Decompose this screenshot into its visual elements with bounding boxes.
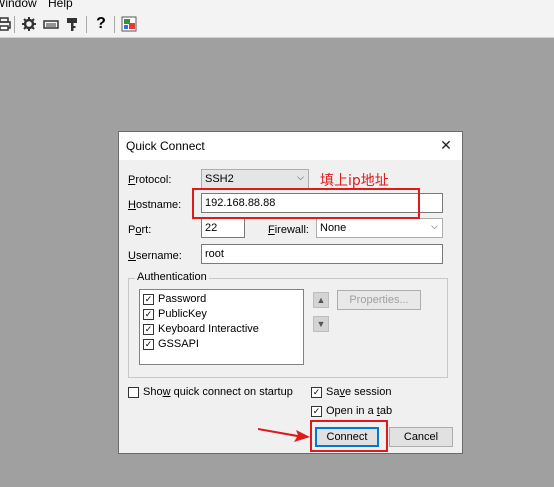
keymap-icon[interactable] [43,16,59,32]
save-session-label: Save session [326,386,392,398]
chevron-down-icon: ⌵ [297,172,304,182]
print-icon[interactable] [0,16,12,32]
protocol-value: SSH2 [205,173,234,185]
chevron-down-icon: ⌵ [431,221,438,231]
keyboard-interactive-checkbox[interactable]: ✓ [143,324,154,335]
username-label: Username: [128,250,182,262]
open-in-tab-checkbox[interactable]: ✓ [311,406,322,417]
close-icon[interactable]: ✕ [436,136,456,154]
help-icon[interactable]: ? [93,16,109,32]
move-up-button[interactable]: ▲ [313,292,329,308]
cancel-button[interactable]: Cancel [389,427,453,447]
port-label: Port: [128,224,152,236]
save-session-checkbox[interactable]: ✓ [311,387,322,398]
hostname-label: Hostname: [128,199,182,211]
triangle-up-icon: ▲ [316,295,326,305]
menu-help[interactable]: Help [48,0,73,10]
protocol-label: Protocol: [128,174,172,186]
show-on-startup-checkbox[interactable] [128,387,139,398]
gssapi-checkbox[interactable]: ✓ [143,339,154,350]
quick-connect-dialog: Quick Connect ✕ Protocol: SSH2 ⌵ Hostnam… [118,131,463,454]
gear-icon[interactable] [21,16,37,32]
key-icon[interactable] [64,16,80,32]
hostname-highlight-box [192,188,420,219]
password-checkbox[interactable]: ✓ [143,294,154,305]
session-icon[interactable] [121,16,137,32]
connect-highlight-box [310,420,388,452]
firewall-value: None [320,222,347,234]
arrow-icon [258,428,310,442]
protocol-select[interactable]: SSH2 ⌵ [201,169,309,189]
dialog-title: Quick Connect [126,139,205,153]
username-field[interactable]: root [201,244,443,264]
dialog-titlebar: Quick Connect ✕ [119,132,462,160]
authentication-list[interactable]: ✓ Password ✓ PublicKey ✓ Keyboard Intera… [139,289,304,365]
toolbar: ? [0,12,554,38]
triangle-down-icon: ▼ [316,319,326,329]
properties-button[interactable]: Properties... [337,290,421,310]
publickey-checkbox[interactable]: ✓ [143,309,154,320]
menu-window[interactable]: Window [0,0,37,10]
annotation-text: 填上ip地址 [320,173,389,189]
authentication-label: Authentication [135,271,209,283]
open-in-tab-label: Open in a tab [326,405,393,417]
move-down-button[interactable]: ▼ [313,316,329,332]
firewall-label: Firewall: [268,224,309,236]
show-on-startup-label: Show quick connect on startup [143,386,293,398]
port-field[interactable]: 22 [201,218,245,238]
firewall-select[interactable]: None ⌵ [316,218,443,238]
menu-bar: Window Help [0,0,554,12]
